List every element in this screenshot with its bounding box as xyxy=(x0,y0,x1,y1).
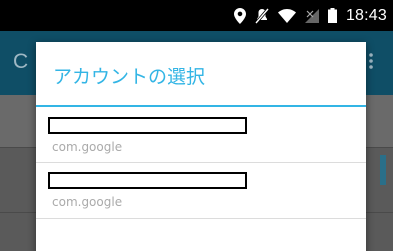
overflow-menu-icon xyxy=(369,53,373,73)
dialog-title-divider xyxy=(36,105,366,107)
account-chooser-dialog: アカウントの選択 com.google com.google xyxy=(36,42,366,251)
screen: 18:43 C アカウントの選択 com.google com.google xyxy=(0,0,393,251)
account-name xyxy=(48,172,247,189)
account-type: com.google xyxy=(52,140,123,154)
status-icons: 18:43 xyxy=(233,0,387,31)
no-signal-icon xyxy=(304,8,319,23)
account-name xyxy=(48,117,247,134)
account-type: com.google xyxy=(52,195,123,209)
location-icon xyxy=(233,7,246,24)
status-bar: 18:43 xyxy=(0,0,393,31)
battery-icon xyxy=(327,8,337,23)
account-item[interactable]: com.google xyxy=(36,163,366,217)
background-app-title: C xyxy=(13,50,29,73)
background-accent-bar xyxy=(380,155,386,185)
account-item[interactable]: com.google xyxy=(36,108,366,162)
list-divider xyxy=(36,218,366,219)
dialog-title: アカウントの選択 xyxy=(53,66,206,88)
mute-icon xyxy=(254,7,269,24)
status-time: 18:43 xyxy=(345,6,387,24)
wifi-icon xyxy=(277,8,296,23)
